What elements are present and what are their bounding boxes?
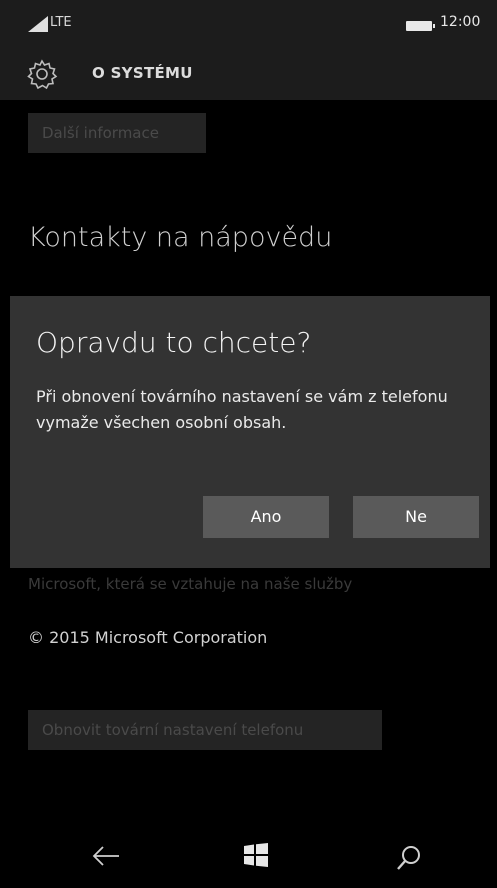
reset-phone-button[interactable]: Obnovit tovární nastavení telefonu — [28, 710, 382, 750]
help-contacts-heading: Kontakty na nápovědu — [28, 222, 333, 253]
no-button[interactable]: Ne — [353, 496, 479, 538]
status-bar: LTE 12:00 — [0, 0, 497, 50]
signal-icon — [28, 16, 48, 32]
gear-icon — [27, 59, 58, 90]
yes-button[interactable]: Ano — [203, 496, 329, 538]
search-icon[interactable] — [396, 845, 422, 871]
dialog-message: Při obnovení továrního nastavení se vám … — [36, 387, 448, 432]
back-icon[interactable] — [92, 845, 120, 867]
battery-icon — [406, 21, 435, 31]
copyright-text: © 2015 Microsoft Corporation — [28, 628, 268, 647]
more-info-button[interactable]: Další informace — [28, 113, 206, 153]
confirm-dialog: Opravdu to chcete? Při obnovení továrníh… — [10, 296, 490, 568]
microsoft-terms-text: Microsoft, která se vztahuje na naše slu… — [28, 575, 353, 593]
windows-icon[interactable] — [244, 843, 268, 867]
network-type: LTE — [50, 15, 72, 30]
page-title: O SYSTÉMU — [92, 64, 193, 82]
app-header — [0, 50, 497, 100]
dialog-title: Opravdu to chcete? — [36, 326, 312, 359]
clock: 12:00 — [440, 14, 481, 30]
